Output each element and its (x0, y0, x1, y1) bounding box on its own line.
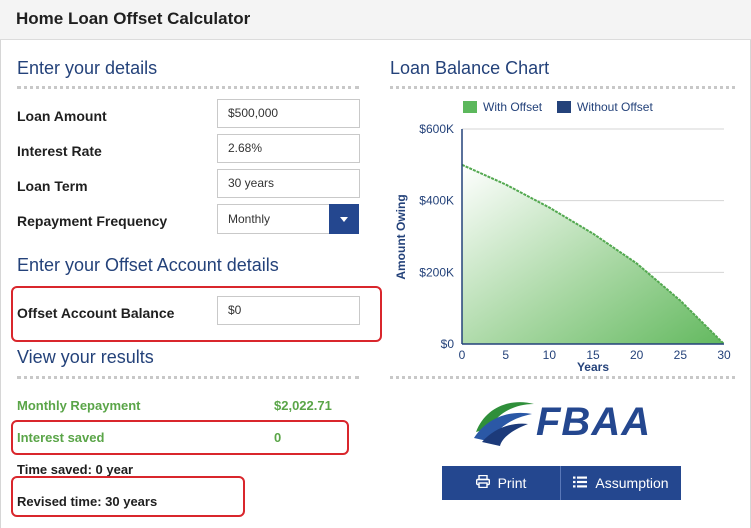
interest-rate-label: Interest Rate (17, 143, 102, 159)
interest-rate-input[interactable]: 2.68% (217, 134, 360, 163)
legend-label-with-offset[interactable]: With Offset (483, 100, 542, 114)
time-saved-text: Time saved: 0 year (17, 462, 134, 477)
repayment-frequency-label: Repayment Frequency (17, 213, 168, 229)
assumption-label: Assumption (595, 475, 669, 491)
loan-amount-input[interactable]: $500,000 (217, 99, 360, 128)
divider (390, 86, 735, 89)
repayment-frequency-value: Monthly (228, 212, 271, 226)
interest-saved-label: Interest saved (17, 430, 105, 445)
offset-balance-input[interactable]: $0 (217, 296, 360, 325)
interest-saved-value: 0 (274, 430, 282, 445)
list-icon (573, 475, 588, 491)
revised-time-text: Revised time: 30 years (17, 494, 158, 509)
divider (17, 376, 359, 379)
chart-heading: Loan Balance Chart (390, 58, 550, 78)
offset-balance-label: Offset Account Balance (17, 305, 175, 321)
fbaa-logo: FBAA (472, 398, 662, 450)
print-label: Print (497, 475, 527, 491)
divider (17, 86, 359, 89)
loan-amount-label: Loan Amount (17, 108, 107, 124)
fbaa-logo-text: FBAA (536, 400, 652, 444)
title-bar: Home Loan Offset Calculator (0, 0, 751, 40)
loan-term-input[interactable]: 30 years (217, 169, 360, 198)
divider (390, 376, 735, 379)
dropdown-toggle[interactable] (329, 204, 359, 234)
monthly-repayment-label: Monthly Repayment (17, 398, 141, 413)
printer-icon (475, 474, 490, 491)
page-title: Home Loan Offset Calculator (16, 9, 251, 28)
loan-term-label: Loan Term (17, 178, 88, 194)
offset-heading: Enter your Offset Account details (17, 255, 279, 275)
caret-down-icon (340, 217, 348, 222)
monthly-repayment-value: $2,022.71 (274, 398, 332, 413)
results-heading: View your results (17, 347, 154, 367)
legend-swatch-without-offset (557, 101, 571, 113)
print-button[interactable]: Print (442, 466, 560, 500)
assumption-button[interactable]: Assumption (561, 466, 681, 500)
details-heading: Enter your details (17, 58, 158, 78)
legend-swatch-with-offset (463, 101, 477, 113)
repayment-frequency-select[interactable]: Monthly (217, 204, 359, 234)
legend-label-without-offset[interactable]: Without Offset (577, 100, 653, 114)
